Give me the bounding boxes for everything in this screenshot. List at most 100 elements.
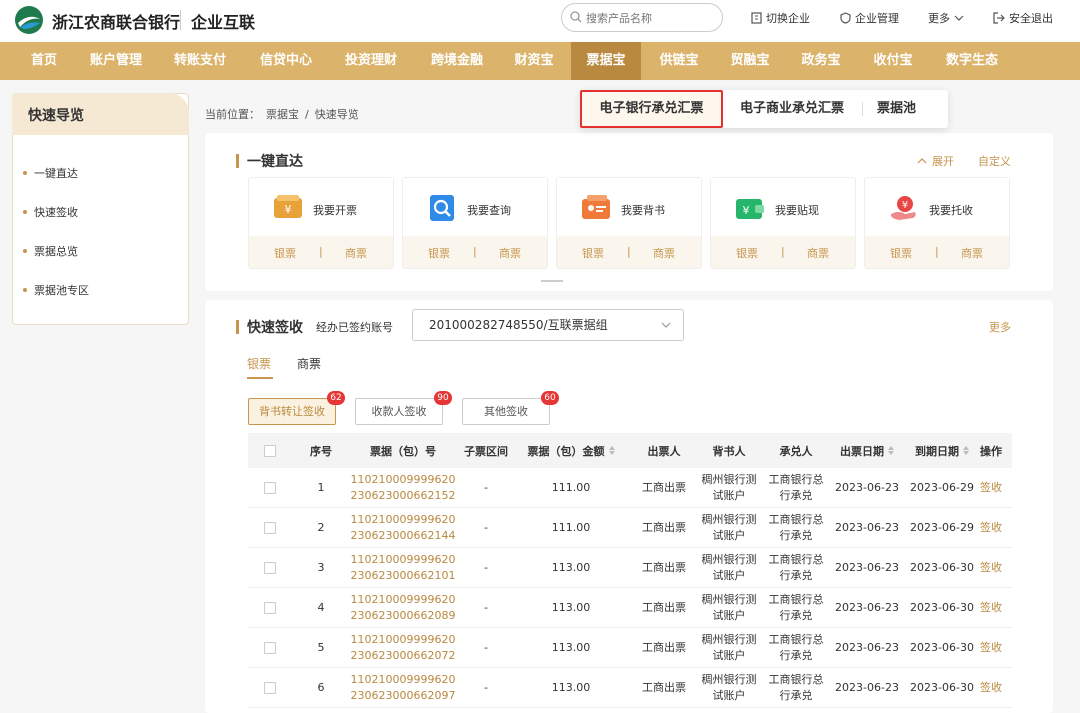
cell-bill-no[interactable]: 110210009999620 230623000662101: [348, 548, 458, 588]
row-checkbox[interactable]: [264, 602, 276, 614]
sidebar-item-quick-sign[interactable]: 快速签收: [23, 204, 78, 220]
filter-endorse-sign[interactable]: 背书转让签收 62: [248, 391, 345, 425]
card-issue[interactable]: ¥ 我要开票 银票 | 商票: [248, 177, 394, 269]
nav-tradefinance[interactable]: 贸融宝: [719, 42, 781, 80]
search-box[interactable]: [561, 3, 723, 32]
acceptor-line1: 工商银行总: [768, 673, 824, 686]
expand-toggle[interactable]: 展开: [917, 153, 954, 169]
commercial-bill-link[interactable]: 商票: [807, 245, 829, 261]
row-checkbox[interactable]: [264, 642, 276, 654]
nav-home[interactable]: 首页: [16, 42, 72, 80]
cell-drawer: 工商出票: [642, 641, 686, 654]
col-endorser: 背书人: [712, 444, 746, 458]
col-due-date[interactable]: 到期日期: [904, 433, 980, 468]
nav-account[interactable]: 账户管理: [80, 42, 152, 80]
sign-button[interactable]: 签收: [976, 588, 1006, 628]
bank-bill-link[interactable]: 银票: [274, 245, 296, 261]
nav-transfer[interactable]: 转账支付: [164, 42, 236, 80]
commercial-bill-link[interactable]: 商票: [345, 245, 367, 261]
card-discount[interactable]: ¥ 我要贴现 银票 | 商票: [710, 177, 856, 269]
account-select[interactable]: 201000282748550/互联票据组: [412, 309, 684, 341]
acceptor-line1: 工商银行总: [768, 593, 824, 606]
logout-label: 安全退出: [1009, 12, 1053, 25]
sign-button[interactable]: 签收: [976, 668, 1006, 708]
company-manage-link[interactable]: 企业管理: [840, 10, 899, 26]
row-checkbox[interactable]: [264, 522, 276, 534]
carousel-indicator[interactable]: [541, 280, 563, 282]
commercial-bill-link[interactable]: 商票: [653, 245, 675, 261]
filter-payee-sign[interactable]: 收款人签收 90: [355, 391, 452, 425]
table-row: 5 110210009999620 230623000662072 - 113.00 工商…: [248, 628, 1012, 668]
cell-issue-date: 2023-06-23: [835, 681, 899, 694]
tab-commercial-bill[interactable]: 商票: [297, 355, 321, 372]
bank-bill-link[interactable]: 银票: [890, 245, 912, 261]
sidebar-item-label: 票据池专区: [34, 284, 89, 297]
sign-button[interactable]: 签收: [976, 468, 1006, 508]
sidebar-item-overview[interactable]: 票据总览: [23, 243, 78, 259]
select-all-checkbox[interactable]: [264, 444, 276, 457]
bill-no-line1: 110210009999620: [350, 473, 456, 486]
commercial-bill-link[interactable]: 商票: [961, 245, 983, 261]
logout-link[interactable]: 安全退出: [993, 10, 1053, 26]
nav-credit[interactable]: 信贷中心: [250, 42, 322, 80]
cell-acceptor: 工商银行总 行承兑: [764, 628, 828, 668]
nav-crossborder[interactable]: 跨境金融: [421, 42, 493, 80]
filter-other-sign[interactable]: 其他签收 60: [462, 391, 559, 425]
submenu-commercial-acceptance[interactable]: 电子商业承兑汇票: [740, 90, 844, 128]
sign-button[interactable]: 签收: [976, 628, 1006, 668]
search-input[interactable]: [586, 9, 716, 27]
row-checkbox[interactable]: [264, 562, 276, 574]
row-checkbox[interactable]: [264, 682, 276, 694]
col-action: 操作: [980, 444, 1002, 458]
breadcrumb-level1[interactable]: 票据宝: [266, 108, 299, 121]
sidebar-item-label: 一键直达: [34, 167, 78, 180]
nav-invest[interactable]: 投资理财: [335, 42, 407, 80]
nav-government[interactable]: 政务宝: [790, 42, 852, 80]
card-collect[interactable]: ¥ 我要托收 银票 | 商票: [864, 177, 1010, 269]
sidebar-item-bill-pool[interactable]: 票据池专区: [23, 282, 89, 298]
col-issue-date[interactable]: 出票日期: [828, 433, 906, 468]
customize-link[interactable]: 自定义: [978, 153, 1011, 169]
bank-bill-link[interactable]: 银票: [582, 245, 604, 261]
sort-icon: [888, 446, 894, 455]
nav-digital[interactable]: 数字生态: [935, 42, 1009, 80]
cell-bill-no[interactable]: 110210009999620 230623000662072: [348, 628, 458, 668]
nav-treasury[interactable]: 财资宝: [503, 42, 565, 80]
bank-bill-link[interactable]: 银票: [428, 245, 450, 261]
more-menu[interactable]: 更多: [928, 10, 964, 26]
nav-payment[interactable]: 收付宝: [862, 42, 924, 80]
row-checkbox[interactable]: [264, 482, 276, 494]
commercial-bill-link[interactable]: 商票: [499, 245, 521, 261]
filter-label: 收款人签收: [371, 405, 427, 418]
quick-sign-more-link[interactable]: 更多: [989, 319, 1011, 335]
sign-button[interactable]: 签收: [976, 508, 1006, 548]
sign-button[interactable]: 签收: [976, 548, 1006, 588]
count-badge: 62: [327, 391, 345, 405]
cell-range: -: [484, 561, 488, 574]
cell-range: -: [484, 681, 488, 694]
cell-bill-no[interactable]: 110210009999620 230623000662152: [348, 468, 458, 508]
submenu-bill-pool[interactable]: 票据池: [877, 90, 916, 128]
card-query[interactable]: 我要查询 银票 | 商票: [402, 177, 548, 269]
account-label: 经办已签约账号: [316, 321, 393, 334]
cell-bill-no[interactable]: 110210009999620 230623000662097: [348, 668, 458, 708]
cell-bill-no[interactable]: 110210009999620 230623000662144: [348, 508, 458, 548]
nav-bill[interactable]: 票据宝: [571, 42, 641, 80]
switch-company-link[interactable]: 切换企业: [751, 10, 810, 26]
cell-drawer: 工商出票: [642, 561, 686, 574]
col-amount[interactable]: 票据（包）金额: [516, 433, 626, 468]
submenu-bank-acceptance[interactable]: 电子银行承兑汇票: [580, 90, 723, 128]
cell-bill-no[interactable]: 110210009999620 230623000662089: [348, 588, 458, 628]
tab-bank-bill[interactable]: 银票: [247, 355, 271, 372]
nav-supplychain[interactable]: 供链宝: [648, 42, 710, 80]
cell-range: -: [484, 601, 488, 614]
sidebar-item-label: 票据总览: [34, 245, 78, 258]
filter-label: 背书转让签收: [259, 405, 325, 418]
bill-no-line2: 230623000662072: [350, 649, 456, 662]
cell-acceptor: 工商银行总 行承兑: [764, 548, 828, 588]
card-foot: 银票 | 商票: [557, 236, 701, 268]
breadcrumb: 当前位置： 票据宝 / 快速导览: [205, 106, 365, 122]
bank-bill-link[interactable]: 银票: [736, 245, 758, 261]
sidebar-item-quick-access[interactable]: 一键直达: [23, 165, 78, 181]
card-endorse[interactable]: 我要背书 银票 | 商票: [556, 177, 702, 269]
